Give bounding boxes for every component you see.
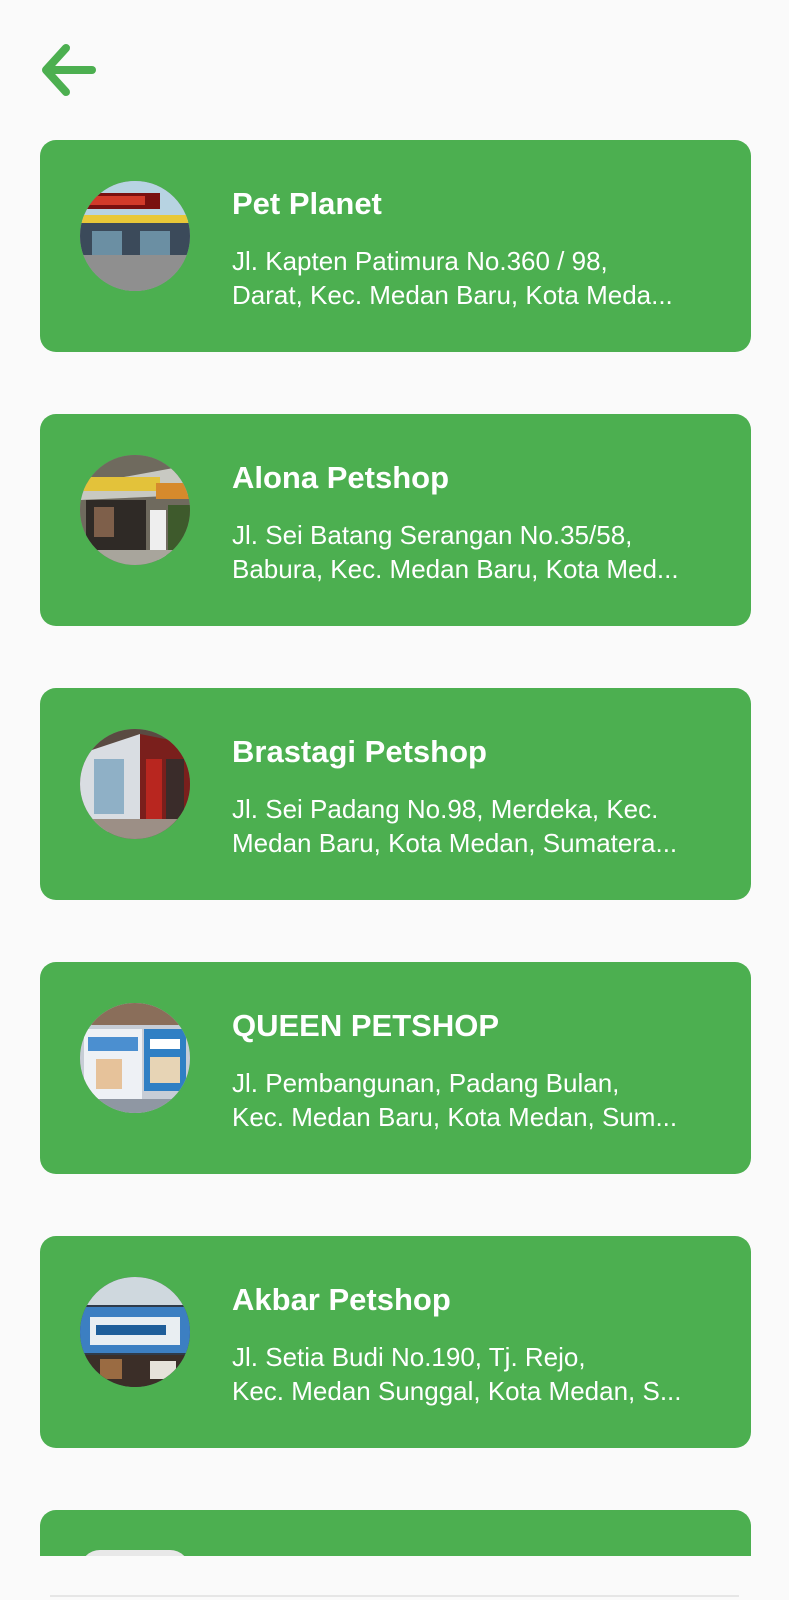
shop-address: Jl. Sei Batang Serangan No.35/58, Babura…: [232, 518, 712, 586]
arrow-left-icon: [42, 44, 96, 96]
petshop-card[interactable]: Alona Petshop Jl. Sei Batang Serangan No…: [40, 414, 751, 626]
address-line-1: Jl. Pembangunan, Padang Bulan,: [232, 1068, 620, 1098]
address-line-1: Jl. Setia Budi No.190, Tj. Rejo,: [232, 1342, 586, 1372]
address-line-2: Kec. Medan Sunggal, Kota Medan, S...: [232, 1376, 682, 1406]
petshop-list: Pet Planet Jl. Kapten Patimura No.360 / …: [40, 140, 751, 1570]
shop-address: Jl. Setia Budi No.190, Tj. Rejo, Kec. Me…: [232, 1340, 712, 1408]
shop-photo: [80, 1003, 190, 1113]
shop-address: Jl. Sei Padang No.98, Merdeka, Kec. Meda…: [232, 792, 712, 860]
address-line-2: Kec. Medan Baru, Kota Medan, Sum...: [232, 1102, 678, 1132]
shop-name: Alona Petshop: [232, 460, 450, 495]
petshop-card[interactable]: Brastagi Petshop Jl. Sei Padang No.98, M…: [40, 688, 751, 900]
petshop-card[interactable]: Akbar Petshop Jl. Setia Budi No.190, Tj.…: [40, 1236, 751, 1448]
petshop-card[interactable]: Pet Planet Jl. Kapten Patimura No.360 / …: [40, 140, 751, 352]
shop-photo: [80, 729, 190, 839]
shop-address: Jl. Pembangunan, Padang Bulan, Kec. Meda…: [232, 1066, 712, 1134]
address-line-1: Jl. Sei Batang Serangan No.35/58,: [232, 520, 633, 550]
shop-name: Brastagi Petshop: [232, 734, 487, 769]
bottom-area: [0, 1556, 789, 1600]
shop-name: Akbar Petshop: [232, 1282, 451, 1317]
shop-address: Jl. Kapten Patimura No.360 / 98, Darat, …: [232, 244, 712, 312]
address-line-2: Darat, Kec. Medan Baru, Kota Meda...: [232, 280, 673, 310]
back-button[interactable]: [36, 40, 100, 100]
address-line-1: Jl. Sei Padang No.98, Merdeka, Kec.: [232, 794, 659, 824]
shop-name: Pet Planet: [232, 186, 382, 221]
petshop-card[interactable]: QUEEN PETSHOP Jl. Pembangunan, Padang Bu…: [40, 962, 751, 1174]
shop-photo: [80, 1277, 190, 1387]
address-line-2: Medan Baru, Kota Medan, Sumatera...: [232, 828, 678, 858]
address-line-2: Babura, Kec. Medan Baru, Kota Med...: [232, 554, 679, 584]
shop-photo: [80, 455, 190, 565]
divider: [50, 1595, 739, 1597]
shop-name: QUEEN PETSHOP: [232, 1008, 499, 1043]
address-line-1: Jl. Kapten Patimura No.360 / 98,: [232, 246, 608, 276]
shop-photo: [80, 181, 190, 291]
